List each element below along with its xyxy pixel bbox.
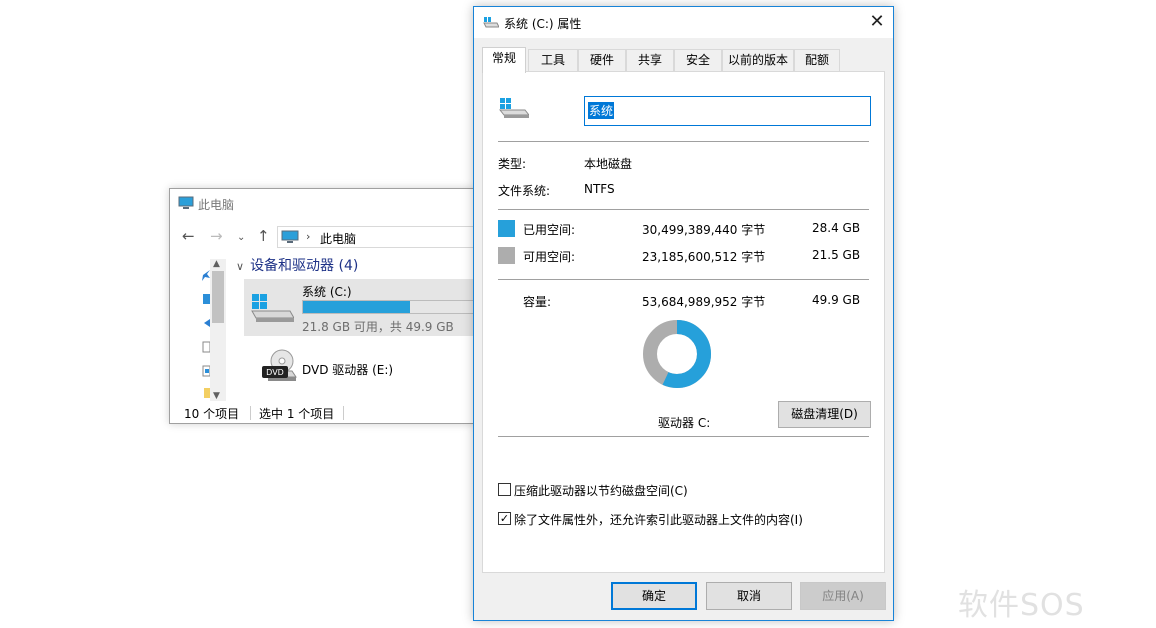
used-space-bytes: 30,499,389,440 字节	[642, 223, 766, 237]
compress-drive-checkbox[interactable]	[498, 483, 511, 496]
drive-properties-dialog: 系统 (C:) 属性 ✕ 常规 工具 硬件 共享 安全 以前的版本 配额 系统 …	[473, 6, 894, 621]
up-arrow-icon[interactable]: ↑	[257, 227, 270, 245]
index-contents-label[interactable]: 除了文件属性外，还允许索引此驱动器上文件的内容(I)	[514, 511, 803, 528]
filesystem-label: 文件系统:	[498, 184, 551, 198]
explorer-titlebar: 此电脑	[170, 189, 474, 219]
close-icon[interactable]: ✕	[861, 7, 893, 38]
disk-usage-donut	[643, 320, 711, 388]
explorer-window: 此电脑 ← → ⌄ ↑ › 此电脑 ▲ ▼ ∨ 设备和驱动器 (4) 系统 (C…	[169, 188, 475, 424]
status-divider	[250, 406, 251, 420]
drive-icon	[483, 16, 500, 32]
filesystem-value: NTFS	[584, 182, 615, 196]
breadcrumb-this-pc[interactable]: 此电脑	[320, 230, 356, 247]
drive-item-c[interactable]: 系统 (C:) 21.8 GB 可用，共 49.9 GB	[244, 279, 474, 336]
divider	[498, 141, 869, 142]
documents-folder-icon[interactable]	[201, 341, 211, 353]
divider	[498, 279, 869, 280]
tab-sharing[interactable]: 共享	[626, 49, 674, 72]
divider	[498, 209, 869, 210]
drive-e-name: DVD 驱动器 (E:)	[302, 363, 394, 377]
breadcrumb-separator-icon[interactable]: ›	[306, 230, 310, 243]
volume-name-text: 系统	[588, 102, 615, 119]
pictures-folder-icon[interactable]	[201, 365, 211, 377]
ok-button[interactable]: 确定	[611, 582, 697, 610]
compress-drive-label[interactable]: 压缩此驱动器以节约磁盘空间(C)	[514, 482, 688, 499]
capacity-bytes: 53,684,989,952 字节	[642, 295, 766, 309]
navpane-scrollbar[interactable]: ▲ ▼	[210, 259, 226, 401]
tab-quota[interactable]: 配额	[794, 49, 840, 72]
cancel-button[interactable]: 取消	[706, 582, 792, 610]
tab-tools[interactable]: 工具	[528, 49, 578, 72]
apply-button[interactable]: 应用(A)	[800, 582, 886, 610]
used-space-swatch	[498, 220, 515, 237]
used-space-label: 已用空间:	[523, 223, 576, 237]
downloads-folder-icon[interactable]	[201, 317, 210, 329]
system-drive-icon	[250, 293, 295, 326]
folder-icon[interactable]	[201, 387, 210, 399]
used-space-gb: 28.4 GB	[812, 221, 861, 235]
dialog-title: 系统 (C:) 属性	[504, 17, 582, 31]
general-tab-panel: 系统 类型: 本地磁盘 文件系统: NTFS 已用空间: 30,499,389,…	[482, 71, 885, 573]
status-selected-count: 选中 1 个项目	[259, 407, 335, 421]
explorer-title: 此电脑	[198, 198, 235, 212]
drive-c-usage-bar	[302, 300, 474, 314]
scroll-up-icon[interactable]: ▲	[213, 259, 220, 269]
free-space-swatch	[498, 247, 515, 264]
system-drive-icon	[498, 97, 531, 122]
collapse-chevron-icon[interactable]: ∨	[236, 260, 244, 273]
status-item-count: 10 个项目	[184, 407, 240, 421]
free-space-gb: 21.5 GB	[812, 248, 861, 262]
forward-arrow-icon[interactable]: →	[210, 227, 223, 245]
tab-general[interactable]: 常规	[482, 47, 526, 73]
disk-cleanup-button[interactable]: 磁盘清理(D)	[778, 401, 871, 428]
scroll-down-icon[interactable]: ▼	[213, 391, 220, 401]
capacity-label: 容量:	[523, 295, 552, 309]
status-divider	[343, 406, 344, 420]
explorer-navbar: ← → ⌄ ↑ › 此电脑	[170, 225, 474, 249]
group-header-devices[interactable]: ∨ 设备和驱动器 (4)	[236, 255, 358, 275]
computer-icon	[281, 230, 299, 247]
svg-text:DVD: DVD	[266, 368, 284, 377]
type-label: 类型:	[498, 157, 527, 171]
scrollbar-thumb[interactable]	[212, 271, 224, 323]
dvd-drive-icon: DVD	[262, 349, 298, 386]
drive-c-free-info: 21.8 GB 可用，共 49.9 GB	[302, 320, 454, 334]
quick-access-star-icon[interactable]	[201, 269, 210, 281]
divider	[498, 436, 869, 437]
drive-c-name: 系统 (C:)	[302, 285, 352, 299]
desktop-folder-icon[interactable]	[201, 293, 210, 305]
free-space-bytes: 23,185,600,512 字节	[642, 250, 766, 264]
watermark-logo: 软件SOS	[958, 588, 1085, 623]
index-contents-checkbox[interactable]: ✓	[498, 512, 511, 525]
explorer-statusbar: 10 个项目 选中 1 个项目	[170, 403, 474, 423]
capacity-gb: 49.9 GB	[812, 293, 861, 307]
type-value: 本地磁盘	[584, 157, 633, 171]
tab-security[interactable]: 安全	[674, 49, 722, 72]
recent-locations-chevron-icon[interactable]: ⌄	[237, 229, 245, 247]
address-bar[interactable]: › 此电脑	[277, 226, 474, 248]
back-arrow-icon[interactable]: ←	[182, 227, 195, 245]
dialog-titlebar: 系统 (C:) 属性 ✕	[474, 7, 893, 38]
drive-letter-label: 驱动器 C:	[658, 416, 711, 430]
free-space-label: 可用空间:	[523, 250, 576, 264]
tab-hardware[interactable]: 硬件	[578, 49, 626, 72]
tab-previous-versions[interactable]: 以前的版本	[722, 49, 794, 72]
computer-icon	[178, 196, 194, 213]
drive-item-e[interactable]: DVD DVD 驱动器 (E:)	[244, 349, 474, 393]
drive-c-usage-fill	[303, 301, 411, 313]
volume-name-input[interactable]: 系统	[584, 96, 871, 126]
